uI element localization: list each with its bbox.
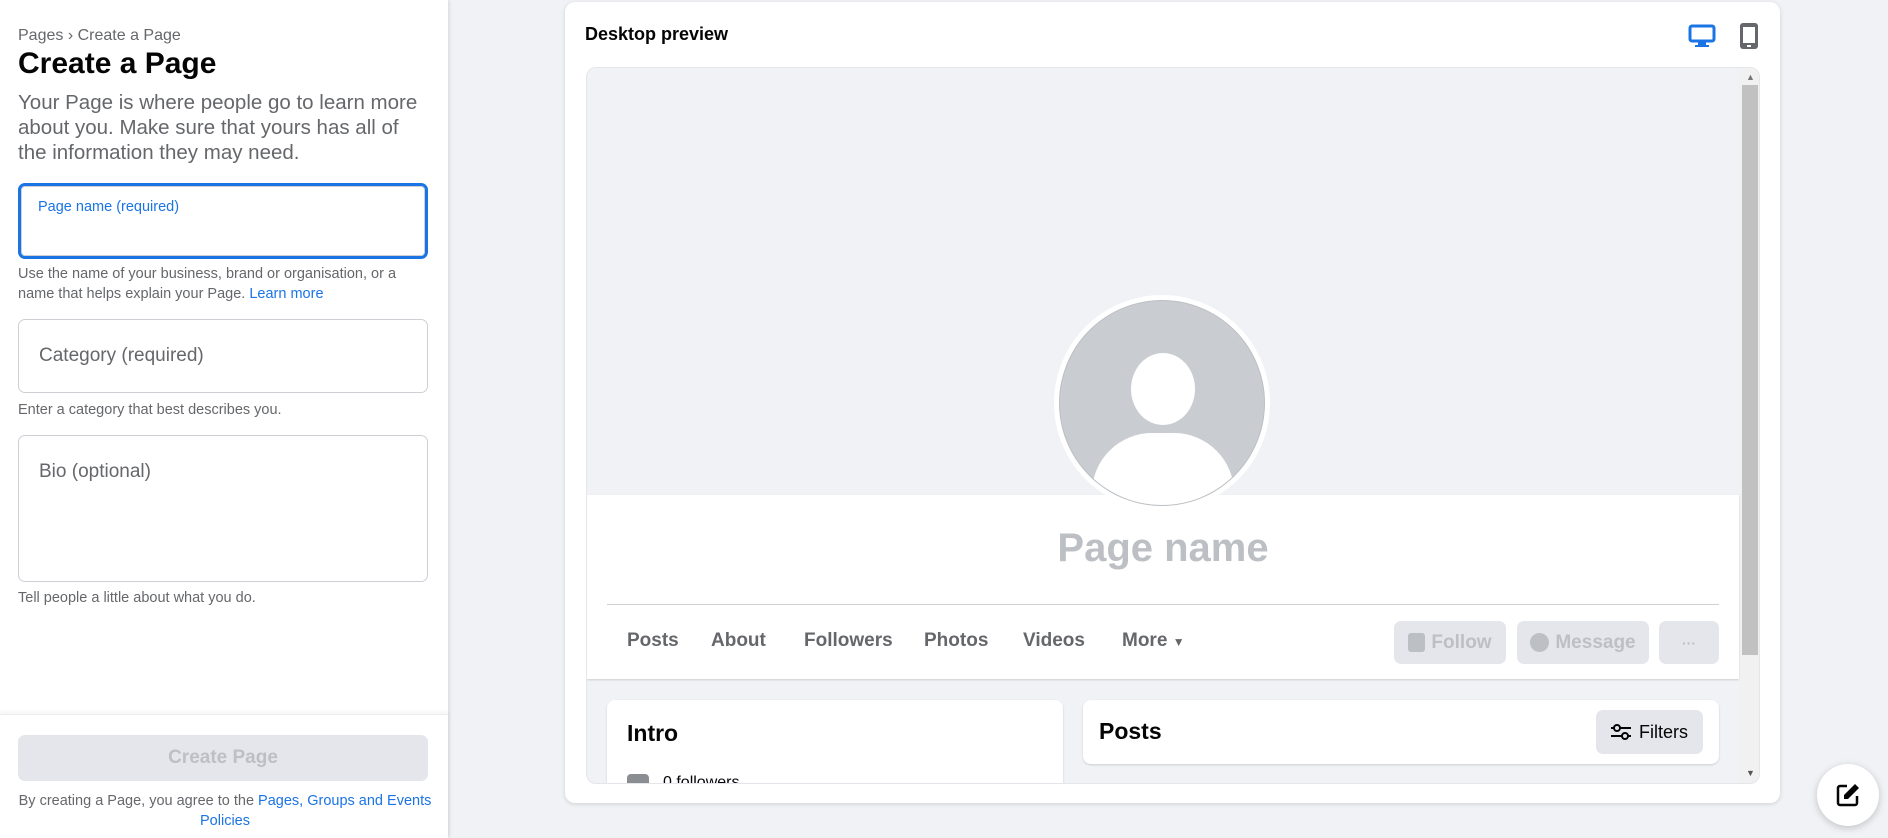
bio-textarea[interactable]: Bio (optional) [18,435,428,582]
intro-title: Intro [627,720,679,746]
scroll-up-icon[interactable]: ▲ [1746,72,1755,82]
followers-count: 0 followers [627,774,740,784]
breadcrumb-separator: › [67,27,74,44]
tab-about[interactable]: About [711,630,766,652]
compose-button[interactable] [1817,764,1879,826]
intro-card: Intro 0 followers [607,700,1063,784]
page-name-label: Page name (required) [38,199,180,215]
follow-label: Follow [1431,631,1492,653]
filters-label: Filters [1639,721,1688,742]
tab-photos[interactable]: Photos [924,630,988,652]
create-page-sidebar: Pages › Create a Page Create a Page Your… [0,0,448,838]
more-options-button[interactable]: ··· [1659,621,1719,664]
mobile-icon[interactable] [1739,22,1759,50]
preview-title: Desktop preview [585,24,729,44]
message-button[interactable]: Message [1517,621,1649,664]
message-label: Message [1555,631,1636,653]
bio-placeholder: Bio (optional) [39,461,151,482]
page-preview-frame: Page name Posts About Followers Photos V… [586,67,1760,784]
desktop-icon[interactable] [1688,24,1716,48]
category-help: Enter a category that best describes you… [18,402,282,418]
bio-help: Tell people a little about what you do. [18,590,256,606]
scrollbar-thumb[interactable] [1742,85,1758,655]
breadcrumb: Pages › Create a Page [18,27,181,45]
page-description: Your Page is where people go to learn mo… [18,91,418,164]
filters-icon [1611,724,1631,740]
follow-icon [1408,633,1426,652]
caret-down-icon: ▼ [1172,635,1185,649]
terms-prefix: By creating a Page, you agree to the [18,793,255,809]
preview-page-name: Page name [1057,526,1269,570]
tab-videos[interactable]: Videos [1023,630,1085,652]
form-footer: Create Page By creating a Page, you agre… [0,714,448,838]
followers-text: 0 followers [663,774,740,784]
page-title: Create a Page [18,47,217,80]
profile-picture [1054,295,1270,511]
page-name-help: Use the name of your business, brand or … [18,264,433,304]
breadcrumb-pages[interactable]: Pages [18,27,63,44]
page-name-input[interactable]: Page name (required) [18,183,428,259]
create-page-button[interactable]: Create Page [18,735,428,781]
terms-text: By creating a Page, you agree to the Pag… [10,791,440,831]
breadcrumb-current: Create a Page [77,27,181,44]
preview-card: Desktop preview Page name Posts About Fo… [565,2,1780,803]
learn-more-link[interactable]: Learn more [249,286,323,302]
followers-icon [627,774,649,783]
page-name-help-text: Use the name of your business, brand or … [18,266,397,302]
scroll-down-icon[interactable]: ▼ [1746,768,1755,778]
preview-scrollbar[interactable]: ▲ ▼ [1740,68,1759,783]
default-avatar-icon [1059,300,1265,506]
category-placeholder: Category (required) [39,345,204,366]
posts-card: Posts Filters [1083,700,1719,764]
filters-button[interactable]: Filters [1596,710,1703,754]
follow-button[interactable]: Follow [1394,621,1506,664]
category-input[interactable]: Category (required) [18,319,428,393]
posts-title: Posts [1099,718,1162,744]
tab-followers[interactable]: Followers [804,630,893,652]
tab-posts[interactable]: Posts [627,630,679,652]
messenger-icon [1530,633,1550,652]
edit-icon [1836,784,1859,807]
tab-more-label: More [1122,630,1168,651]
tab-more[interactable]: More ▼ [1122,630,1185,652]
divider [607,604,1719,605]
